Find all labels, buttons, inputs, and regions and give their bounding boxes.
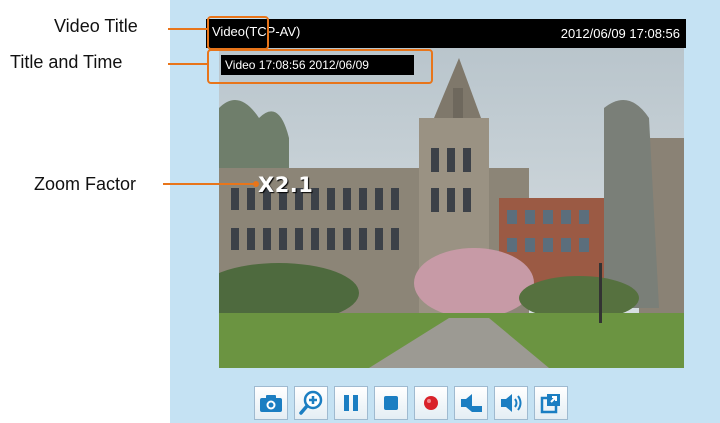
player-toolbar <box>254 386 568 420</box>
pause-icon <box>344 395 358 411</box>
zoom-factor-dot <box>253 181 259 187</box>
zoom-factor-indicator: X2.1 <box>258 173 314 197</box>
video-title-label: Video Title <box>54 16 138 36</box>
digital-zoom-button[interactable] <box>294 386 328 420</box>
video-stream[interactable] <box>219 48 684 368</box>
snapshot-button[interactable] <box>254 386 288 420</box>
volume-icon <box>501 394 522 412</box>
volume-button[interactable] <box>494 386 528 420</box>
video-timestamp: 2012/06/09 17:08:56 <box>560 26 680 41</box>
title-time-leader <box>168 63 208 65</box>
pause-button[interactable] <box>334 386 368 420</box>
video-title-callout <box>207 16 269 50</box>
zoom-factor-leader <box>163 183 255 185</box>
title-time-label: Title and Time <box>10 52 123 72</box>
camera-icon <box>260 395 282 412</box>
stop-button[interactable] <box>374 386 408 420</box>
record-button[interactable] <box>414 386 448 420</box>
zoom-factor-label: Zoom Factor <box>34 174 137 194</box>
video-image <box>219 48 684 368</box>
mute-button[interactable] <box>454 386 488 420</box>
fullscreen-button[interactable] <box>534 386 568 420</box>
title-time-callout <box>207 49 433 84</box>
record-icon <box>424 396 438 410</box>
video-title-leader <box>168 28 208 30</box>
zoom-in-icon <box>299 390 323 415</box>
stop-icon <box>384 396 398 410</box>
fullscreen-icon <box>540 394 560 414</box>
volume-mute-icon <box>461 394 482 412</box>
